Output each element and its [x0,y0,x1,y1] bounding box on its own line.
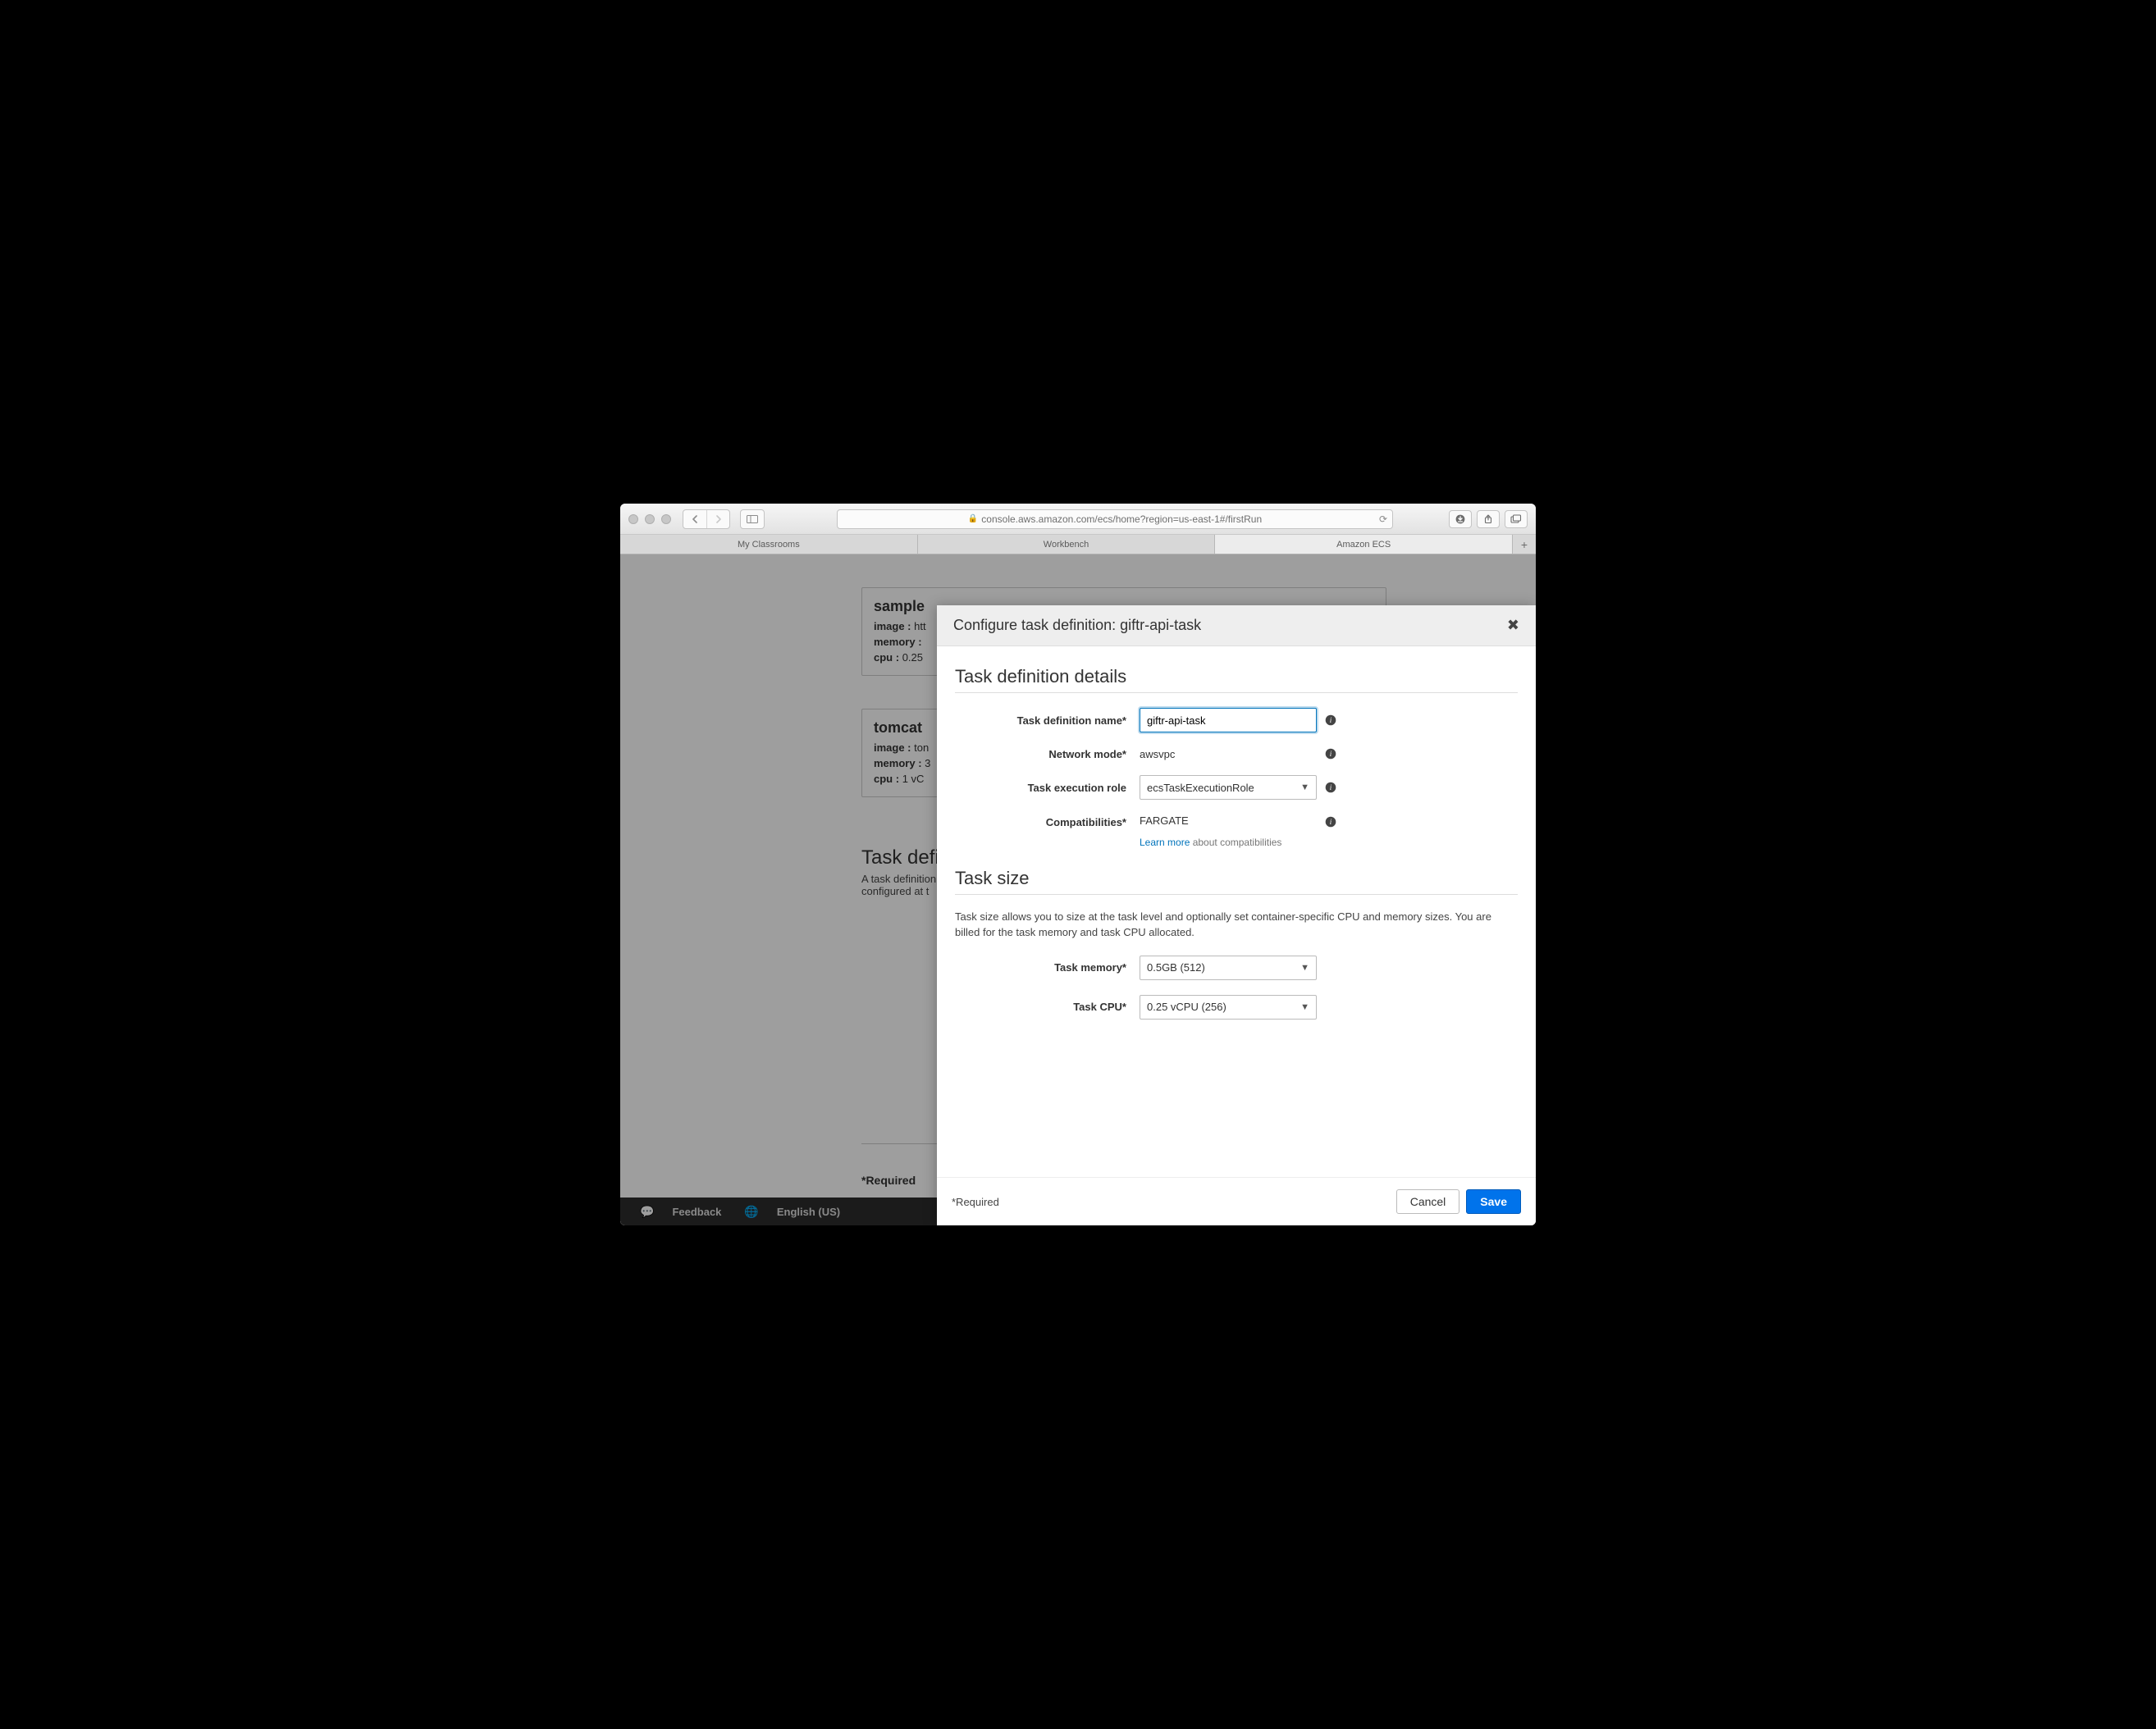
share-button[interactable] [1477,510,1500,528]
section-details-title: Task definition details [955,666,1518,687]
forward-button[interactable] [706,510,729,528]
page-content: sample image : htt memory : cpu : 0.25 t… [620,554,1536,1225]
downloads-button[interactable] [1449,510,1472,528]
minimize-window-icon[interactable] [645,514,655,524]
nav-buttons [683,509,730,529]
close-window-icon[interactable] [628,514,638,524]
toolbar-right [1449,510,1528,528]
titlebar: 🔒 console.aws.amazon.com/ecs/home?region… [620,504,1536,535]
zoom-window-icon[interactable] [661,514,671,524]
cancel-button[interactable]: Cancel [1396,1189,1460,1214]
browser-tabstrip: My Classrooms Workbench Amazon ECS + [620,535,1536,554]
compatibilities-value: FARGATE [1140,814,1317,827]
task-memory-select[interactable]: 0.5GB (512) ▼ [1140,956,1317,980]
configure-task-modal: Configure task definition: giftr-api-tas… [937,605,1536,1225]
info-icon[interactable]: i [1325,748,1336,760]
new-tab-button[interactable]: + [1513,535,1536,554]
modal-footer: *Required Cancel Save [937,1177,1536,1225]
info-icon[interactable]: i [1325,782,1336,793]
compatibilities-label: Compatibilities* [955,814,1140,828]
chevron-down-icon: ▼ [1300,1002,1309,1012]
execution-role-label: Task execution role [955,782,1140,794]
info-icon[interactable]: i [1325,814,1336,828]
save-button[interactable]: Save [1466,1189,1521,1214]
reload-icon[interactable]: ⟳ [1379,513,1387,525]
network-mode-label: Network mode* [955,748,1140,760]
back-button[interactable] [683,510,706,528]
close-icon[interactable]: ✖ [1507,617,1519,634]
tab-amazon-ecs[interactable]: Amazon ECS [1215,535,1513,554]
task-size-description: Task size allows you to size at the task… [955,910,1518,941]
tabs-button[interactable] [1505,510,1528,528]
tab-my-classrooms[interactable]: My Classrooms [620,535,918,554]
task-name-input[interactable] [1140,708,1317,732]
info-icon[interactable]: i [1325,714,1336,726]
address-bar[interactable]: 🔒 console.aws.amazon.com/ecs/home?region… [837,509,1393,529]
compat-about-text: about compatibilities [1190,837,1281,848]
learn-more-link[interactable]: Learn more [1140,837,1190,848]
url-text: console.aws.amazon.com/ecs/home?region=u… [981,513,1262,525]
tab-workbench[interactable]: Workbench [918,535,1216,554]
task-cpu-label: Task CPU* [955,1001,1140,1013]
required-note: *Required [952,1196,999,1208]
window-controls [628,514,671,524]
task-cpu-select[interactable]: 0.25 vCPU (256) ▼ [1140,995,1317,1020]
lock-icon: 🔒 [968,514,978,523]
modal-header: Configure task definition: giftr-api-tas… [937,605,1536,646]
task-memory-label: Task memory* [955,961,1140,974]
modal-title: Configure task definition: giftr-api-tas… [953,617,1201,634]
safari-window: 🔒 console.aws.amazon.com/ecs/home?region… [620,504,1536,1225]
chevron-down-icon: ▼ [1300,963,1309,973]
execution-role-select[interactable]: ecsTaskExecutionRole ▼ [1140,775,1317,800]
task-name-label: Task definition name* [955,714,1140,727]
network-mode-value: awsvpc [1140,748,1175,760]
chevron-down-icon: ▼ [1300,782,1309,792]
sidebar-toggle[interactable] [740,509,765,529]
section-size-title: Task size [955,868,1518,889]
